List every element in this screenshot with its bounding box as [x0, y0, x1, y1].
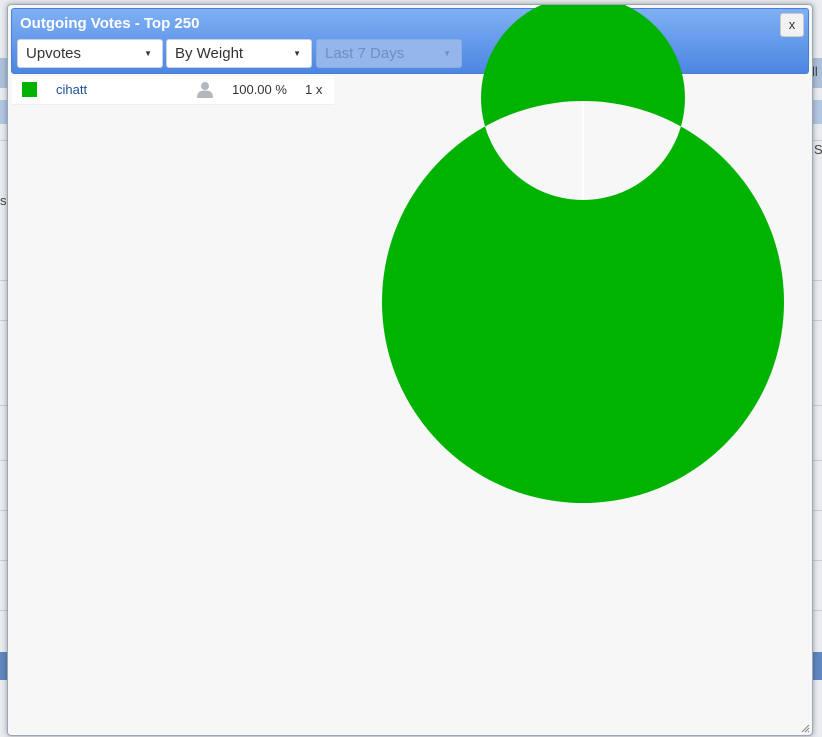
outgoing-votes-dialog: Outgoing Votes - Top 250 x Upvotes ▼ By …	[7, 4, 813, 736]
background-text-fragment: s	[0, 193, 7, 208]
background-text-fragment: S	[814, 142, 822, 157]
resize-grip-icon[interactable]	[801, 724, 810, 733]
donut-slice-cihatt[interactable]	[382, 5, 784, 503]
votes-donut-chart	[382, 5, 784, 503]
